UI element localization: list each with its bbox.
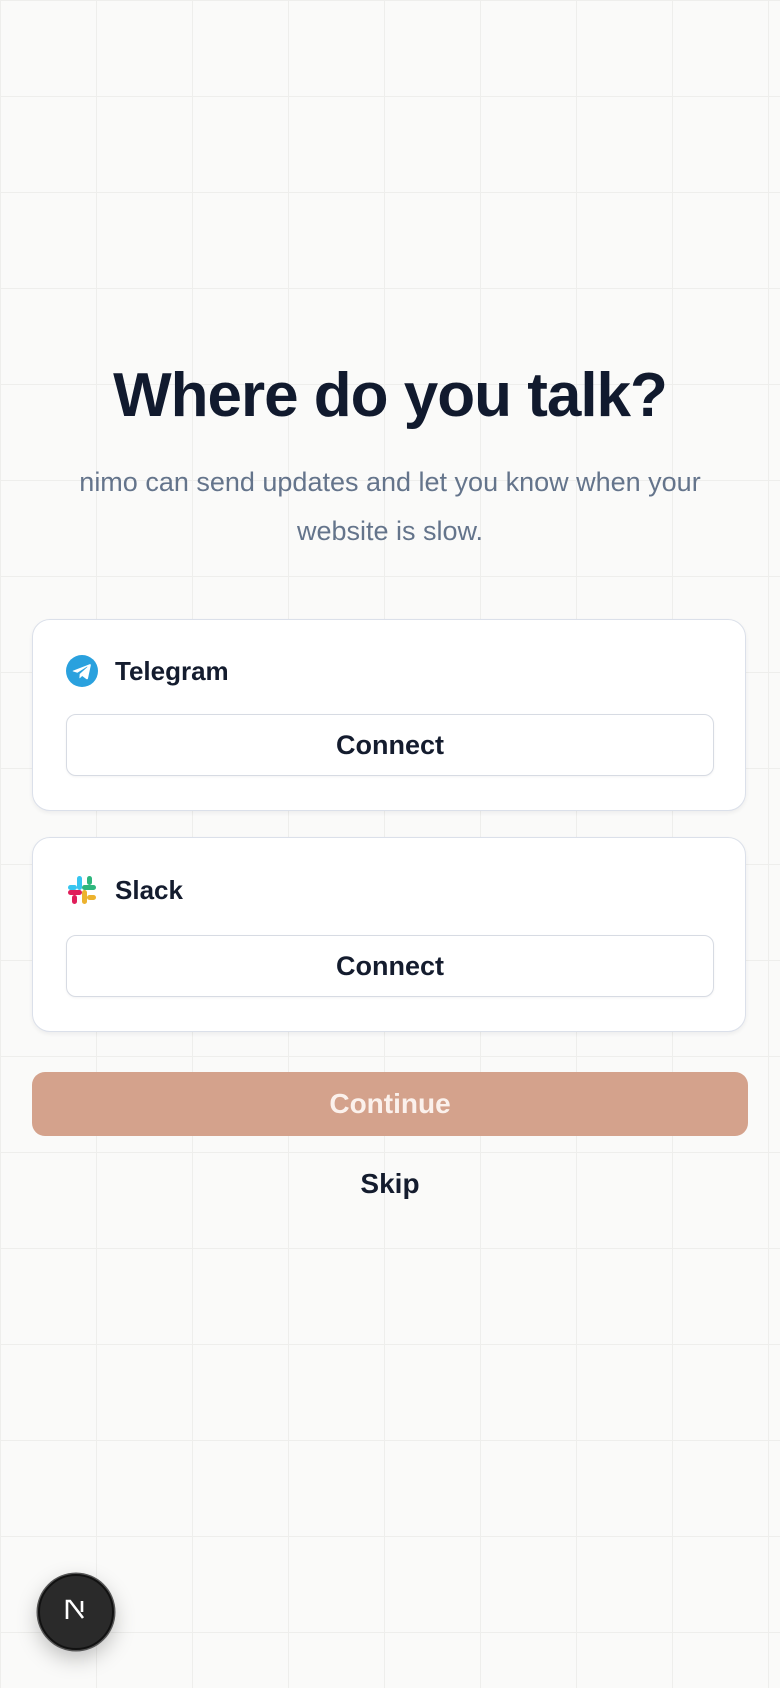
page-subtitle: nimo can send updates and let you know w…	[79, 467, 701, 546]
slack-card-header: Slack	[66, 874, 183, 906]
telegram-card-header: Telegram	[66, 655, 229, 687]
nextjs-icon	[61, 1595, 91, 1630]
slack-card: Slack Connect	[32, 837, 746, 1032]
slack-label: Slack	[115, 874, 183, 905]
slack-icon	[66, 874, 98, 906]
continue-button[interactable]: Continue	[32, 1072, 748, 1136]
telegram-icon	[66, 655, 98, 687]
nextjs-dev-badge[interactable]	[38, 1574, 114, 1650]
page-title: Where do you talk?	[113, 361, 668, 430]
telegram-connect-button[interactable]: Connect	[66, 714, 714, 776]
telegram-card: Telegram Connect	[32, 619, 746, 811]
slack-connect-button[interactable]: Connect	[66, 935, 714, 997]
telegram-label: Telegram	[115, 655, 229, 686]
skip-link[interactable]: Skip	[32, 1164, 748, 1204]
